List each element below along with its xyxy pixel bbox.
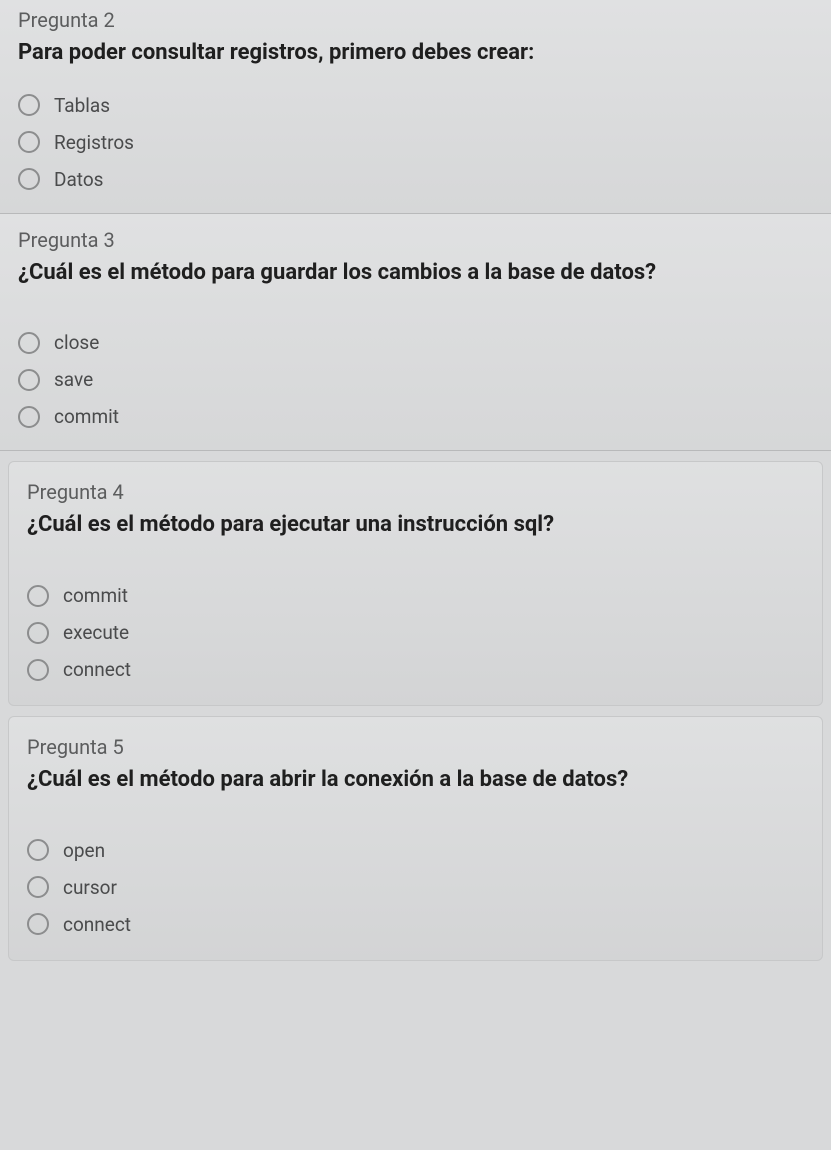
option-commit[interactable]: commit [27, 584, 804, 607]
options-list: open cursor connect [27, 839, 804, 936]
option-label: commit [63, 584, 128, 607]
radio-icon [27, 622, 49, 644]
option-open[interactable]: open [27, 839, 804, 862]
radio-icon [18, 332, 40, 354]
radio-icon [27, 585, 49, 607]
option-cursor[interactable]: cursor [27, 876, 804, 899]
option-registros[interactable]: Registros [18, 131, 813, 154]
option-datos[interactable]: Datos [18, 168, 813, 191]
option-save[interactable]: save [18, 368, 813, 391]
radio-icon [27, 876, 49, 898]
option-label: Registros [54, 131, 134, 154]
options-list: commit execute connect [27, 584, 804, 681]
question-block-3: Pregunta 3 ¿Cuál es el método para guard… [0, 214, 831, 452]
radio-icon [18, 406, 40, 428]
option-close[interactable]: close [18, 331, 813, 354]
radio-icon [18, 94, 40, 116]
options-list: Tablas Registros Datos [18, 94, 813, 191]
radio-icon [18, 168, 40, 190]
option-connect[interactable]: connect [27, 658, 804, 681]
option-label: Tablas [54, 94, 110, 117]
question-number: Pregunta 5 [27, 735, 804, 759]
question-block-4: Pregunta 4 ¿Cuál es el método para ejecu… [8, 461, 823, 706]
options-list: close save commit [18, 331, 813, 428]
question-number: Pregunta 2 [18, 8, 813, 32]
option-label: save [54, 368, 93, 391]
question-text: ¿Cuál es el método para guardar los camb… [18, 258, 813, 288]
question-number: Pregunta 3 [18, 228, 813, 252]
option-label: Datos [54, 168, 103, 191]
radio-icon [18, 131, 40, 153]
option-label: cursor [63, 876, 117, 899]
question-block-5: Pregunta 5 ¿Cuál es el método para abrir… [8, 716, 823, 961]
radio-icon [27, 839, 49, 861]
question-text: ¿Cuál es el método para abrir la conexió… [27, 765, 804, 795]
option-connect[interactable]: connect [27, 913, 804, 936]
option-commit[interactable]: commit [18, 405, 813, 428]
option-label: commit [54, 405, 119, 428]
question-text: ¿Cuál es el método para ejecutar una ins… [27, 510, 804, 540]
option-label: open [63, 839, 105, 862]
option-label: close [54, 331, 99, 354]
option-label: execute [63, 621, 129, 644]
radio-icon [27, 659, 49, 681]
option-label: connect [63, 658, 131, 681]
radio-icon [27, 913, 49, 935]
question-text: Para poder consultar registros, primero … [18, 38, 813, 68]
option-execute[interactable]: execute [27, 621, 804, 644]
radio-icon [18, 369, 40, 391]
option-tablas[interactable]: Tablas [18, 94, 813, 117]
question-block-2: Pregunta 2 Para poder consultar registro… [0, 0, 831, 214]
question-number: Pregunta 4 [27, 480, 804, 504]
option-label: connect [63, 913, 131, 936]
